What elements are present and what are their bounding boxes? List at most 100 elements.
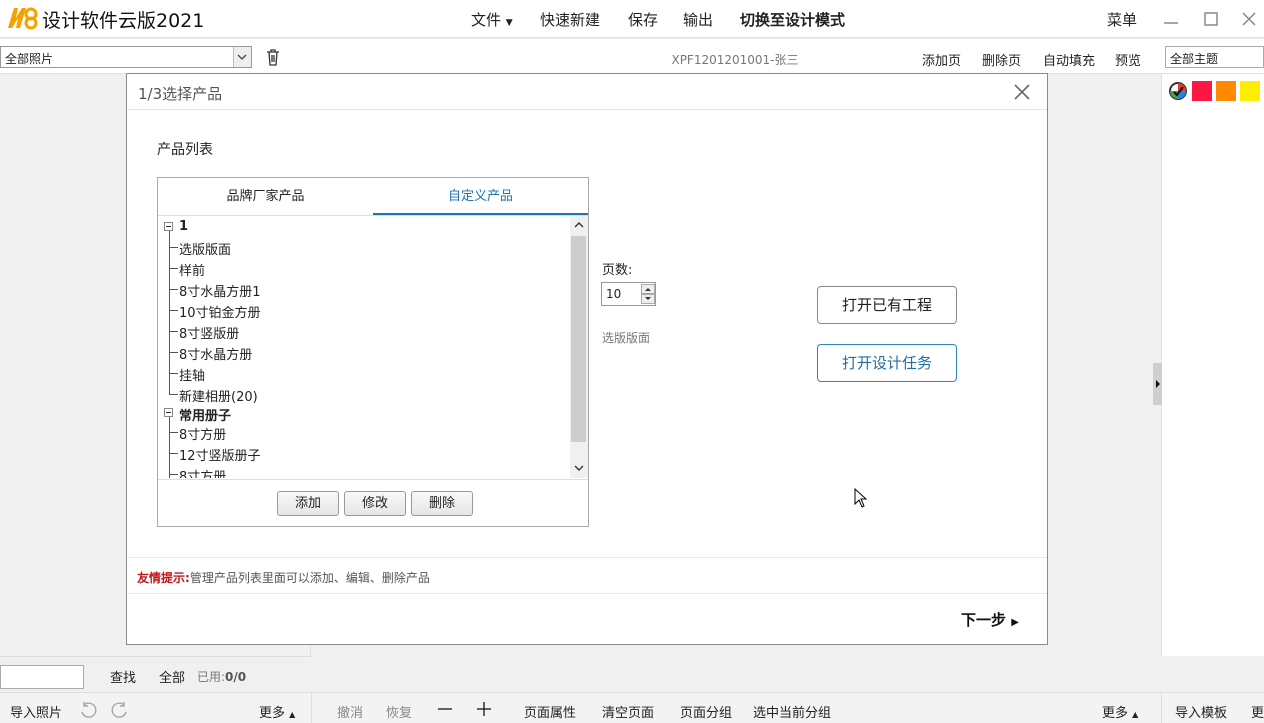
- dialog-title: 1/3选择产品: [138, 85, 223, 103]
- all-button[interactable]: 全部: [159, 667, 185, 686]
- page-count-input[interactable]: [602, 283, 640, 305]
- rotate-left-icon[interactable]: [78, 700, 98, 720]
- clear-page-button[interactable]: 清空页面: [602, 702, 654, 721]
- quick-new-button[interactable]: 快速新建: [540, 9, 600, 30]
- tree-connector: [169, 416, 170, 478]
- file-menu[interactable]: 文件 ▼: [471, 9, 513, 30]
- more-pages-button[interactable]: 更多 ▲: [1102, 702, 1138, 721]
- tree-item[interactable]: 8寸方册: [179, 466, 226, 478]
- title-bar: 设计软件云版2021 文件 ▼ 快速新建 保存 输出 切换至设计模式 菜单: [0, 0, 1264, 38]
- tab-brand-products[interactable]: 品牌厂家产品: [158, 178, 373, 215]
- tree-group[interactable]: 1: [179, 219, 188, 234]
- tree-connector: [169, 352, 178, 353]
- caret-right-icon: ▶: [1011, 617, 1019, 628]
- chevron-down-icon[interactable]: [573, 463, 585, 473]
- tip-message: 友情提示:管理产品列表里面可以添加、编辑、删除产品: [137, 569, 430, 586]
- delete-page-button[interactable]: 删除页: [982, 50, 1021, 69]
- open-design-task-button[interactable]: 打开设计任务: [817, 344, 957, 382]
- tree-connector: [169, 247, 178, 248]
- tab-custom-products[interactable]: 自定义产品: [373, 178, 588, 215]
- redo-button[interactable]: 恢复: [386, 702, 412, 721]
- import-photos-button[interactable]: 导入照片: [10, 702, 62, 721]
- export-button[interactable]: 输出: [683, 9, 713, 30]
- increment-icon[interactable]: [641, 284, 655, 294]
- used-count: 已用:0/0: [197, 670, 247, 684]
- minimize-icon[interactable]: [1160, 8, 1182, 30]
- tree-scrollbar[interactable]: [570, 216, 588, 478]
- tip-label: 友情提示:: [137, 571, 190, 585]
- tree-item[interactable]: 8寸竖版册: [179, 323, 239, 342]
- mouse-cursor-icon: [854, 488, 868, 508]
- theme-panel: [1161, 74, 1264, 656]
- page-properties-button[interactable]: 页面属性: [524, 702, 576, 721]
- scrollbar-thumb[interactable]: [571, 236, 586, 442]
- tree-connector: [169, 268, 178, 269]
- switch-design-mode-button[interactable]: 切换至设计模式: [740, 9, 845, 30]
- toolbar: 全部照片 XPF1201201001-张三 添加页 删除页 自动填充 预览 全部…: [0, 39, 1264, 74]
- page-count-stepper[interactable]: [601, 282, 656, 306]
- add-page-button[interactable]: 添加页: [922, 50, 961, 69]
- select-current-group-button[interactable]: 选中当前分组: [753, 702, 831, 721]
- chevron-up-icon: ▲: [1132, 710, 1139, 719]
- main-menu-button[interactable]: 菜单: [1107, 9, 1137, 30]
- tree-item[interactable]: 10寸铂金方册: [179, 302, 261, 321]
- tree-connector: [169, 373, 178, 374]
- swatch-yellow[interactable]: [1240, 81, 1260, 101]
- tree-item[interactable]: 新建相册(20): [179, 386, 258, 405]
- import-template-button[interactable]: 导入模板: [1175, 702, 1227, 721]
- tree-item[interactable]: 选版版面: [179, 239, 231, 258]
- preview-button[interactable]: 预览: [1115, 50, 1141, 69]
- find-button[interactable]: 查找: [110, 667, 136, 686]
- theme-filter-select[interactable]: 全部主题: [1165, 46, 1264, 68]
- page-count-label: 页数:: [602, 263, 633, 278]
- tree-item[interactable]: 挂轴: [179, 365, 205, 384]
- tree-item[interactable]: 8寸方册: [179, 424, 226, 443]
- open-existing-project-button[interactable]: 打开已有工程: [817, 286, 957, 324]
- tree-group[interactable]: 常用册子: [179, 405, 231, 424]
- swatch-red[interactable]: [1192, 81, 1212, 101]
- swatch-orange[interactable]: [1216, 81, 1236, 101]
- photo-search-bar: 查找 全部 已用:0/0: [0, 656, 311, 692]
- page-group-button[interactable]: 页面分组: [680, 702, 732, 721]
- chevron-down-icon: ▼: [505, 18, 513, 28]
- select-product-dialog: 1/3选择产品 产品列表 品牌厂家产品 自定义产品 1 选版版面 样前 8寸水晶…: [126, 73, 1048, 645]
- undo-button[interactable]: 撤消: [337, 702, 363, 721]
- product-list-title: 产品列表: [157, 142, 213, 158]
- bottom-toolbar: 导入照片 更多 ▲ 撤消 恢复 页面属性 清空页面 页面分组 选中当前分组 更多…: [0, 692, 1264, 723]
- next-step-button[interactable]: 下一步 ▶: [961, 609, 1019, 630]
- maximize-icon[interactable]: [1200, 8, 1222, 30]
- chevron-up-icon[interactable]: [573, 220, 585, 230]
- tree-item[interactable]: 8寸水晶方册: [179, 344, 252, 363]
- chevron-up-icon: ▲: [289, 710, 296, 719]
- add-product-button[interactable]: 添加: [277, 491, 339, 516]
- app-title: 设计软件云版2021: [42, 10, 205, 32]
- tree-connector: [169, 432, 178, 433]
- close-icon[interactable]: [1013, 83, 1031, 101]
- collapse-icon[interactable]: [164, 408, 173, 417]
- color-wheel-icon[interactable]: [1168, 81, 1188, 101]
- tree-item[interactable]: 样前: [179, 260, 205, 279]
- tree-connector: [169, 331, 178, 332]
- save-button[interactable]: 保存: [628, 9, 658, 30]
- divider: [1161, 693, 1162, 723]
- side-panel-toggle[interactable]: [1153, 363, 1162, 405]
- divider: [158, 479, 588, 480]
- tree-item[interactable]: 12寸竖版册子: [179, 445, 261, 464]
- divider: [127, 593, 1047, 594]
- rotate-right-icon[interactable]: [110, 700, 130, 720]
- zoom-out-icon[interactable]: [437, 701, 453, 717]
- tree-connector: [169, 453, 178, 454]
- zoom-in-icon[interactable]: [476, 701, 492, 717]
- decrement-icon[interactable]: [641, 294, 655, 304]
- tip-text: 管理产品列表里面可以添加、编辑、删除产品: [189, 571, 430, 585]
- dialog-header: 1/3选择产品: [127, 74, 1047, 110]
- close-window-icon[interactable]: [1238, 8, 1260, 30]
- auto-fill-button[interactable]: 自动填充: [1043, 50, 1095, 69]
- search-input[interactable]: [0, 665, 84, 689]
- more-photos-button[interactable]: 更多 ▲: [259, 702, 295, 721]
- tree-item[interactable]: 8寸水晶方册1: [179, 281, 261, 300]
- edit-product-button[interactable]: 修改: [344, 491, 406, 516]
- delete-product-button[interactable]: 删除: [411, 491, 473, 516]
- more-templates-button[interactable]: 更: [1251, 702, 1264, 721]
- collapse-icon[interactable]: [164, 222, 173, 231]
